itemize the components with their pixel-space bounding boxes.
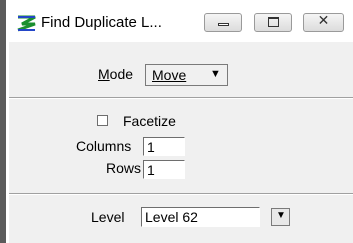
divider-highlight	[9, 194, 353, 195]
facetize-checkbox[interactable]	[97, 115, 108, 126]
chevron-down-icon: ▼	[210, 68, 221, 80]
find-duplicate-window: Find Duplicate L... ✕ Mode Move ▼ Faceti…	[0, 0, 353, 243]
level-dropdown-button[interactable]: ▼	[271, 208, 290, 226]
minimize-icon	[218, 23, 229, 26]
level-input[interactable]: Level 62	[141, 207, 260, 227]
window-title: Find Duplicate L...	[41, 14, 162, 31]
close-button[interactable]: ✕	[303, 13, 344, 32]
mode-dropdown[interactable]: Move ▼	[145, 64, 228, 86]
divider-highlight	[9, 98, 353, 99]
columns-input[interactable]	[143, 137, 185, 156]
minimize-button[interactable]	[204, 13, 242, 32]
title-bar[interactable]: Find Duplicate L... ✕	[9, 0, 353, 42]
rows-label: Rows	[106, 160, 142, 176]
maximize-icon	[268, 17, 279, 27]
app-icon	[16, 14, 37, 32]
mode-value: Move	[152, 67, 187, 83]
maximize-button[interactable]	[254, 13, 292, 32]
mode-label: Mode	[98, 66, 134, 82]
close-icon: ✕	[317, 13, 330, 29]
level-label: Level	[91, 209, 125, 225]
columns-label: Columns	[76, 138, 132, 154]
rows-input[interactable]	[143, 160, 185, 179]
facetize-label: Facetize	[123, 113, 176, 129]
chevron-down-icon: ▼	[276, 210, 286, 221]
